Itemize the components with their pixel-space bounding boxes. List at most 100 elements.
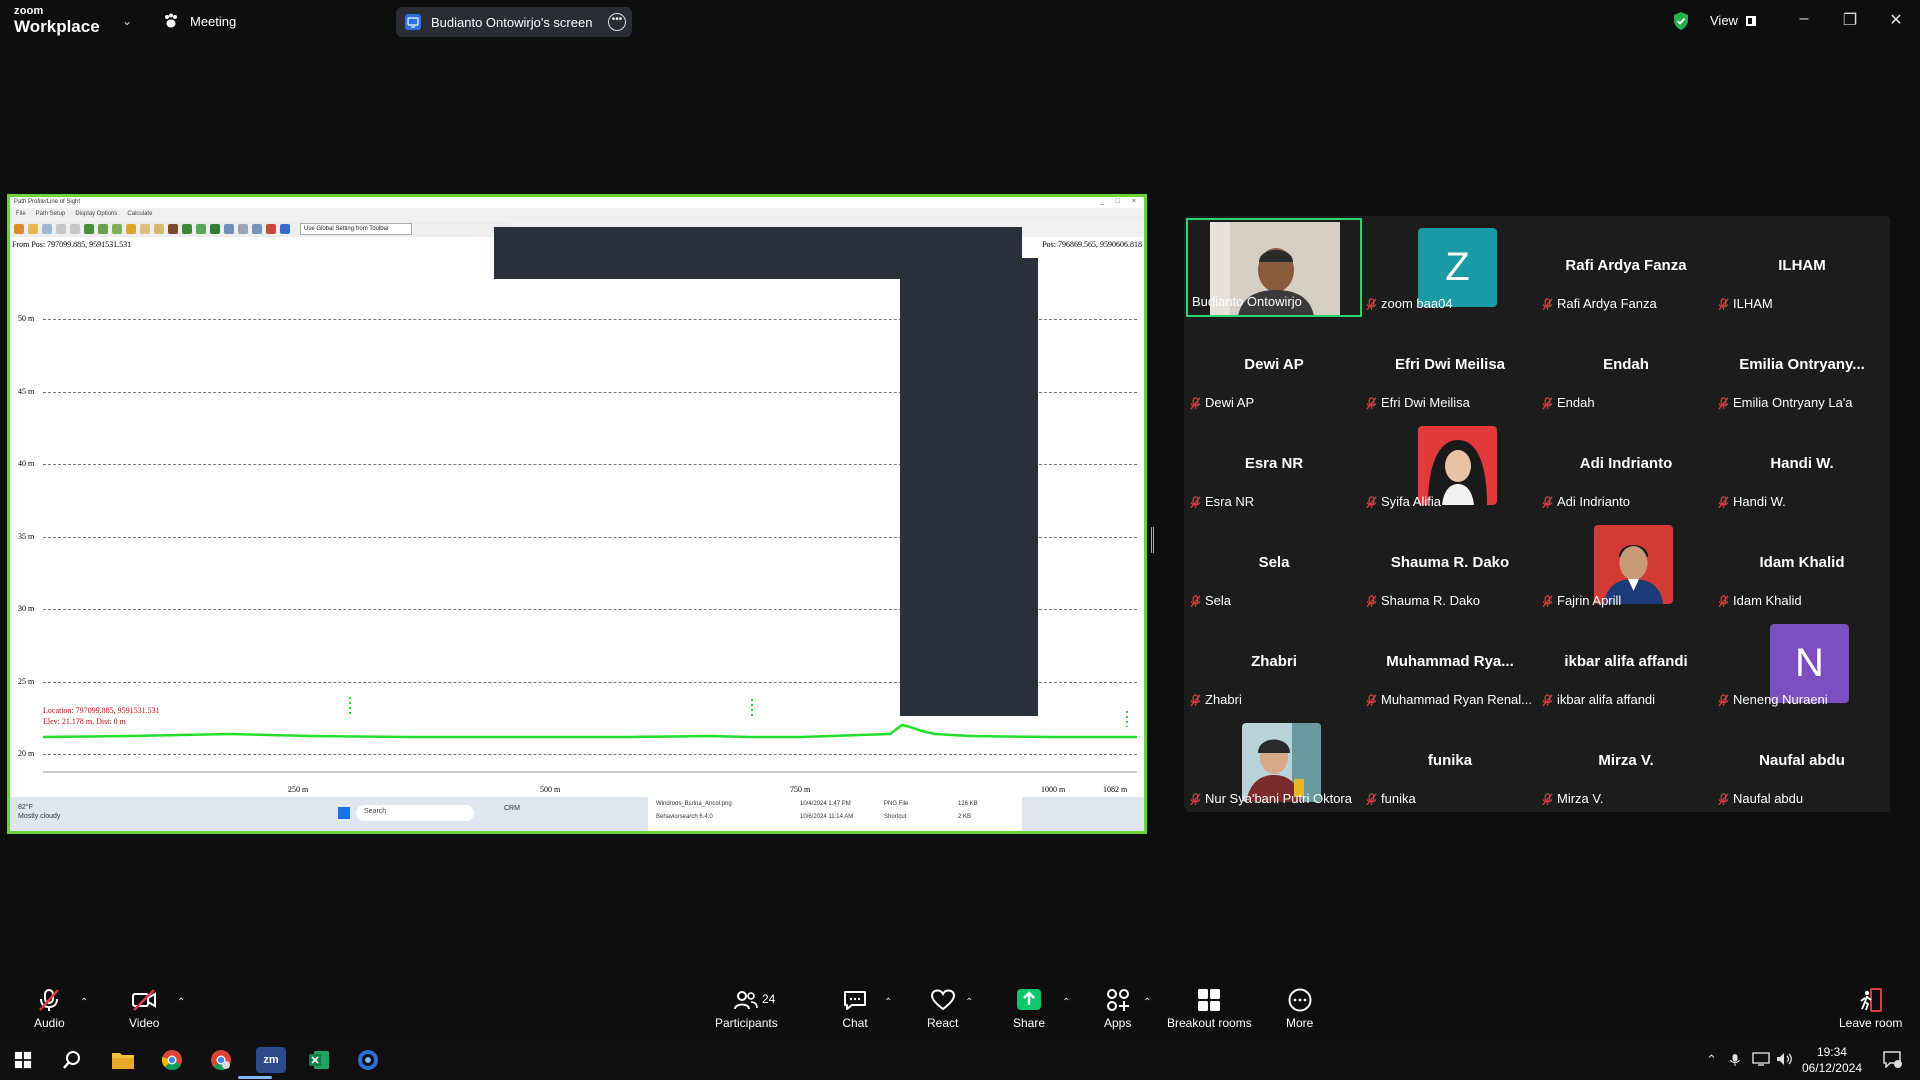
excel-icon[interactable] (306, 1047, 332, 1073)
remote-temperature: 82°F (18, 804, 33, 811)
chat-options-caret-icon[interactable]: ⌃ (884, 997, 892, 1008)
toolbar-tool-icon (266, 224, 276, 234)
react-button[interactable]: React (927, 988, 958, 1030)
more-icon (1288, 988, 1312, 1012)
audio-button[interactable]: Audio (34, 988, 65, 1030)
notification-icon[interactable] (1882, 1050, 1902, 1071)
remote-toolbar: Use Global Setting from Toolbar (10, 221, 510, 237)
volume-tray-icon[interactable] (1776, 1052, 1794, 1069)
toolbar-tool-icon (154, 224, 164, 234)
participant-tile[interactable]: funika funika (1362, 713, 1538, 812)
share-button[interactable]: Share (1013, 988, 1045, 1030)
participant-tile[interactable]: Fajrin Aprill (1538, 515, 1714, 614)
audio-options-caret-icon[interactable]: ⌃ (80, 997, 88, 1008)
zoom-app-icon[interactable]: zm (256, 1047, 286, 1073)
participant-tile[interactable]: Handi W. Handi W. (1714, 416, 1890, 515)
video-options-caret-icon[interactable]: ⌃ (177, 997, 185, 1008)
screen-share-pill[interactable]: Budianto Ontowirjo's screen ••• (396, 7, 632, 37)
close-icon[interactable]: ✕ (1886, 10, 1906, 30)
chat-label: Chat (842, 1016, 868, 1030)
participant-nameplate: Endah (1542, 395, 1595, 410)
view-button[interactable]: View (1710, 13, 1756, 28)
participant-tile[interactable]: Efri Dwi Meilisa Efri Dwi Meilisa (1362, 317, 1538, 416)
remote-file-row: Behaviorsearch 6.4.0 10/6/2024 11:14 AM … (648, 810, 1022, 823)
apps-options-caret-icon[interactable]: ⌃ (1143, 997, 1151, 1008)
apps-button[interactable]: Apps (1104, 988, 1131, 1030)
participant-tile[interactable]: Nur Sya'bani Putri Oktora (1186, 713, 1362, 812)
react-options-caret-icon[interactable]: ⌃ (965, 997, 973, 1008)
audio-label: Audio (34, 1016, 65, 1030)
share-options-caret-icon[interactable]: ⌃ (1062, 997, 1070, 1008)
remote-file-list: Windroos_Bsrina_Ancol.png 10/4/2024 1:47… (648, 797, 1022, 831)
chat-button[interactable]: Chat (842, 988, 868, 1030)
participant-name-label: Naufal abdu (1733, 791, 1804, 806)
x-axis-label: 1000 m (1041, 785, 1066, 794)
participant-nameplate: Adi Indrianto (1542, 494, 1630, 509)
participant-tile[interactable]: Endah Endah (1538, 317, 1714, 416)
chrome-profile-icon[interactable] (208, 1047, 234, 1073)
participant-tile[interactable]: Sela Sela (1186, 515, 1362, 614)
leave-room-button[interactable]: Leave room (1839, 988, 1902, 1030)
zoom-workplace-logo: zoom Workplace (14, 6, 100, 36)
app-circle-icon[interactable] (355, 1047, 381, 1073)
participant-tile[interactable]: Naufal abdu Naufal abdu (1714, 713, 1890, 812)
mic-muted-icon (1542, 693, 1553, 706)
participant-tile[interactable]: Budianto Ontowirjo (1186, 218, 1362, 317)
participant-tile[interactable]: Adi Indrianto Adi Indrianto (1538, 416, 1714, 515)
windows-start-icon[interactable] (10, 1047, 36, 1073)
participant-tile[interactable]: Rafi Ardya Fanza Rafi Ardya Fanza (1538, 218, 1714, 317)
toolbar-tool-icon (28, 224, 38, 234)
remote-weather-desc: Mostly cloudy (18, 813, 61, 820)
system-clock[interactable]: 19:34 06/12/2024 (1802, 1044, 1862, 1076)
participant-tile[interactable]: Syifa Alifia (1362, 416, 1538, 515)
remote-taskbar: 82°F Mostly cloudy Search CRM Windroos_B… (10, 797, 1144, 831)
participant-name-label: Endah (1557, 395, 1595, 410)
video-button[interactable]: Video (129, 988, 159, 1030)
microphone-tray-icon[interactable] (1730, 1052, 1740, 1071)
participant-tile[interactable]: Dewi AP Dewi AP (1186, 317, 1362, 416)
search-icon[interactable] (59, 1047, 85, 1073)
participant-tile[interactable]: Idam Khalid Idam Khalid (1714, 515, 1890, 614)
encryption-shield-icon[interactable] (1672, 11, 1690, 31)
toolbar-tool-icon (280, 224, 290, 234)
view-label: View (1710, 13, 1738, 28)
mic-muted-icon (39, 989, 60, 1011)
participant-tile[interactable]: Esra NR Esra NR (1186, 416, 1362, 515)
participant-tile[interactable]: Shauma R. Dako Shauma R. Dako (1362, 515, 1538, 614)
tray-overflow-icon[interactable]: ⌃ (1706, 1052, 1717, 1068)
participant-tile[interactable]: N Neneng Nuraeni (1714, 614, 1890, 713)
minimize-icon[interactable]: – (1794, 10, 1814, 28)
toolbar-tool-icon (140, 224, 150, 234)
breakout-rooms-button[interactable]: Breakout rooms (1167, 988, 1252, 1030)
remote-menu-item: Path Setup (35, 211, 66, 217)
participant-name-label: Neneng Nuraeni (1733, 692, 1828, 707)
windows-taskbar: zm ⌃ 19:34 06/12/2024 (0, 1039, 1920, 1080)
participant-gallery: Budianto Ontowirjo Zzoom baa04 Rafi Ardya … (1184, 216, 1890, 812)
participant-tile[interactable]: ILHAM ILHAM (1714, 218, 1890, 317)
resize-handle[interactable] (1151, 527, 1154, 553)
more-options-icon[interactable]: ••• (608, 13, 626, 31)
participant-tile[interactable]: Mirza V. Mirza V. (1538, 713, 1714, 812)
restore-icon[interactable]: ❐ (1840, 10, 1860, 30)
participant-tile[interactable]: Zhabri Zhabri (1186, 614, 1362, 713)
participant-tile[interactable]: ikbar alifa affandi ikbar alifa affandi (1538, 614, 1714, 713)
chevron-down-icon[interactable]: ⌄ (122, 14, 132, 28)
toolbar-tool-icon (112, 224, 122, 234)
active-app-indicator (238, 1076, 272, 1079)
meeting-menu-button[interactable]: Meeting (162, 12, 236, 30)
participant-nameplate: Rafi Ardya Fanza (1542, 296, 1657, 311)
toolbar-tool-icon (14, 224, 24, 234)
participant-tile[interactable]: Muhammad Rya... Muhammad Ryan Renal... (1362, 614, 1538, 713)
more-button[interactable]: More (1286, 988, 1313, 1030)
chrome-icon[interactable] (159, 1047, 185, 1073)
participant-tile[interactable]: Zzoom baa04 (1362, 218, 1538, 317)
participant-nameplate: Shauma R. Dako (1366, 593, 1480, 608)
paw-icon (165, 13, 177, 28)
participant-tile[interactable]: Emilia Ontryany... Emilia Ontryany La'a (1714, 317, 1890, 416)
mic-muted-icon (1542, 396, 1553, 409)
network-tray-icon[interactable] (1752, 1052, 1770, 1069)
mic-muted-icon (1718, 792, 1729, 805)
file-date: 10/4/2024 1:47 PM (800, 800, 851, 807)
participant-nameplate: Esra NR (1190, 494, 1254, 509)
file-explorer-icon[interactable] (110, 1047, 136, 1073)
